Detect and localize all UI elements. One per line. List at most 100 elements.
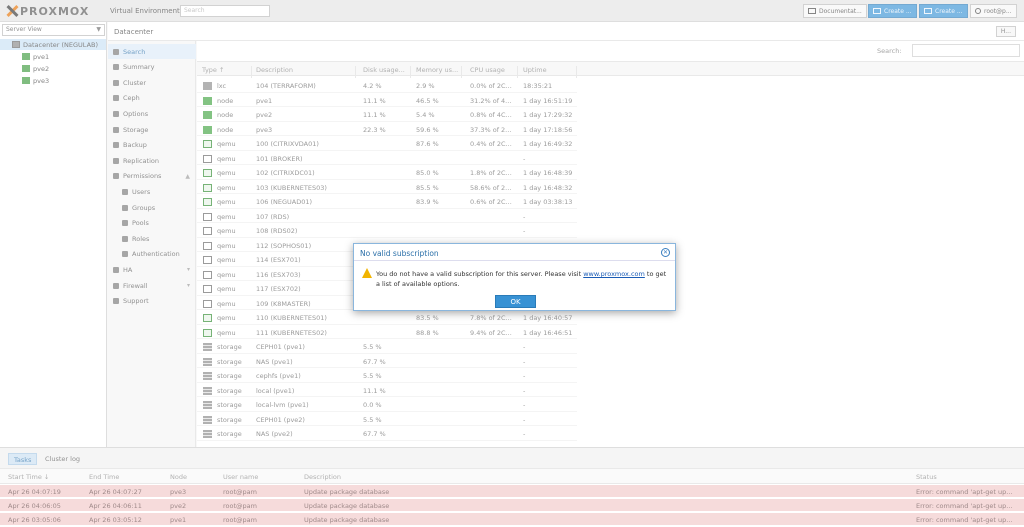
nav-item-users[interactable]: Users (108, 184, 196, 199)
table-row[interactable]: qemu 103 (KUBERNETES03) 85.5 % 58.6% of 2..… (197, 180, 577, 194)
create-ct-button[interactable]: Create ... (919, 4, 968, 18)
nav-item-backup[interactable]: Backup (108, 138, 196, 153)
user-icon (122, 188, 128, 195)
help-button[interactable]: H... (995, 26, 1016, 37)
table-row[interactable]: qemu 101 (BROKER) - (197, 151, 577, 165)
cell-mem: 83.9 % (416, 198, 439, 206)
nav-item-firewall[interactable]: Firewall ▾ (108, 278, 196, 293)
col-task-description[interactable]: Description (304, 473, 341, 481)
table-row[interactable]: qemu 107 (RDS) - (197, 209, 577, 223)
tab-tasks[interactable]: Tasks (8, 453, 38, 465)
table-row[interactable]: qemu 111 (KUBERNETES02) 88.8 % 9.4% of 2C..… (197, 325, 577, 339)
qemu-icon (203, 299, 212, 308)
col-user-name[interactable]: User name (223, 473, 258, 481)
task-row[interactable]: Apr 26 03:05:06 Apr 26 03:05:12 pve1 root@p… (0, 513, 1024, 526)
tree-node-pve2[interactable]: pve2 (22, 63, 49, 74)
col-status[interactable]: Status (916, 473, 937, 481)
breadcrumb: Datacenter H... (108, 22, 1024, 41)
cell-disk: 11.1 % (363, 111, 386, 119)
cell-mem: 2.9 % (416, 82, 435, 90)
nav-item-storage[interactable]: Storage (108, 122, 196, 137)
task-row[interactable]: Apr 26 04:06:05 Apr 26 04:06:11 pve2 root@p… (0, 499, 1024, 512)
cell-uptime: - (523, 386, 526, 395)
cell-desc: local (pve1) (256, 386, 295, 395)
table-row[interactable]: qemu 100 (CITRIXVDA01) 87.6 % 0.4% of 2C...… (197, 136, 577, 151)
cell-uptime: - (523, 415, 526, 424)
documentation-button[interactable]: Documentat... (803, 4, 867, 18)
table-row[interactable]: storage NAS (pve1) 67.7 % - (197, 354, 577, 368)
nav-item-cluster[interactable]: Cluster (108, 75, 196, 90)
server-view-select[interactable]: Server View ▼ (2, 24, 105, 36)
nav-item-options[interactable]: Options (108, 106, 196, 121)
search-input[interactable]: Search (180, 5, 270, 17)
storage-icon (203, 357, 212, 366)
qemu-icon (203, 169, 212, 177)
tab-cluster-log[interactable]: Cluster log (40, 453, 85, 465)
table-row[interactable]: storage cephfs (pve1) 5.5 % - (197, 368, 577, 383)
col-disk-usage[interactable]: Disk usage... (363, 66, 411, 78)
task-cell-user: root@pam (223, 516, 257, 524)
task-row[interactable]: Apr 26 04:07:19 Apr 26 04:07:27 pve3 root@p… (0, 485, 1024, 498)
col-cpu-usage[interactable]: CPU usage (470, 66, 518, 78)
qemu-icon (203, 154, 212, 163)
cell-mem: 5.4 % (416, 111, 435, 119)
nav-item-summary[interactable]: Summary (108, 60, 196, 75)
nav-item-pools[interactable]: Pools (108, 216, 196, 231)
nav-item-ceph[interactable]: Ceph (108, 91, 196, 106)
ok-button[interactable]: OK (495, 295, 536, 308)
table-row[interactable]: node pve2 11.1 % 5.4 % 0.8% of 4C... 1 day 17… (197, 107, 577, 122)
table-row[interactable]: storage local-lvm (pve1) 0.0 % - (197, 397, 577, 412)
col-start-time[interactable]: Start Time ↓ (8, 473, 49, 481)
nav-item-replication[interactable]: Replication (108, 153, 196, 168)
cell-uptime: 1 day 16:49:32 (523, 140, 573, 148)
col-memory-usage[interactable]: Memory us... (416, 66, 462, 78)
table-row[interactable]: qemu 102 (CITRIXDC01) 85.0 % 1.8% of 2C... 1… (197, 165, 577, 180)
table-row[interactable]: storage NAS (pve2) 67.7 % - (197, 426, 577, 441)
table-row[interactable]: qemu 106 (NEGUAD01) 83.9 % 0.6% of 2C... 1 d… (197, 194, 577, 209)
table-row[interactable]: lxc 104 (TERRAFORM) 4.2 % 2.9 % 0.0% of 2C..… (197, 78, 577, 93)
task-cell-status: Error: command 'apt-get up... (916, 516, 1013, 524)
tree-node-pve1[interactable]: pve1 (22, 51, 49, 62)
qemu-icon (203, 314, 212, 322)
cell-mem: 46.5 % (416, 96, 439, 105)
table-row[interactable]: qemu 110 (KUBERNETES01) 83.5 % 7.8% of 2C..… (197, 310, 577, 325)
table-row[interactable]: node pve3 22.3 % 59.6 % 37.3% of 2... 1 day 1… (197, 122, 577, 136)
tree-datacenter[interactable]: Datacenter (NEGULAB) (0, 39, 106, 50)
nav-item-groups[interactable]: Groups (108, 200, 196, 215)
task-cell-start: Apr 26 03:05:06 (8, 516, 61, 524)
cell-type: qemu (217, 198, 236, 206)
cell-desc: CEPH01 (pve2) (256, 415, 305, 424)
resource-tree: Server View ▼ Datacenter (NEGULAB) pve1 … (0, 22, 107, 447)
nav-item-authentication[interactable]: Authentication (108, 247, 196, 262)
nav-item-ha[interactable]: HA ▾ (108, 262, 196, 277)
col-uptime[interactable]: Uptime (523, 66, 577, 78)
dialog-message: You do not have a valid subscription for… (376, 270, 667, 288)
nav-item-permissions[interactable]: Permissions ▲ (108, 169, 196, 184)
book-icon (808, 8, 816, 14)
col-end-time[interactable]: End Time (89, 473, 119, 481)
key-icon (122, 251, 128, 258)
table-row[interactable]: storage local (pve1) 11.1 % - (197, 383, 577, 397)
user-menu-button[interactable]: root@p... (970, 4, 1017, 18)
table-row[interactable]: storage CEPH01 (pve1) 5.5 % - (197, 339, 577, 354)
task-cell-node: pve1 (170, 516, 187, 524)
cell-desc: 106 (NEGUAD01) (256, 198, 313, 206)
task-cell-start: Apr 26 04:07:19 (8, 488, 61, 496)
col-node[interactable]: Node (170, 473, 187, 481)
nav-item-support[interactable]: Support (108, 294, 196, 309)
proxmox-link[interactable]: www.proxmox.com (583, 270, 645, 278)
tree-node-pve3[interactable]: pve3 (22, 75, 49, 86)
col-type[interactable]: Type ↑ (202, 66, 252, 78)
col-description[interactable]: Description (256, 66, 356, 78)
chevron-icon: ▾ (186, 266, 190, 274)
nav-item-roles[interactable]: Roles (108, 231, 196, 246)
table-row[interactable]: qemu 108 (RDS02) - (197, 223, 577, 238)
close-icon[interactable]: ✕ (661, 248, 670, 257)
table-row[interactable]: node pve1 11.1 % 46.5 % 31.2% of 4... 1 day 1… (197, 93, 577, 107)
table-row[interactable]: storage CEPH01 (pve2) 5.5 % - (197, 412, 577, 426)
create-vm-button[interactable]: Create ... (868, 4, 917, 18)
cell-type: qemu (217, 140, 236, 148)
nav-item-search[interactable]: Search (108, 44, 196, 59)
grid-search-input[interactable] (912, 44, 1020, 57)
proxmox-logo: PROXMOX (6, 5, 89, 18)
